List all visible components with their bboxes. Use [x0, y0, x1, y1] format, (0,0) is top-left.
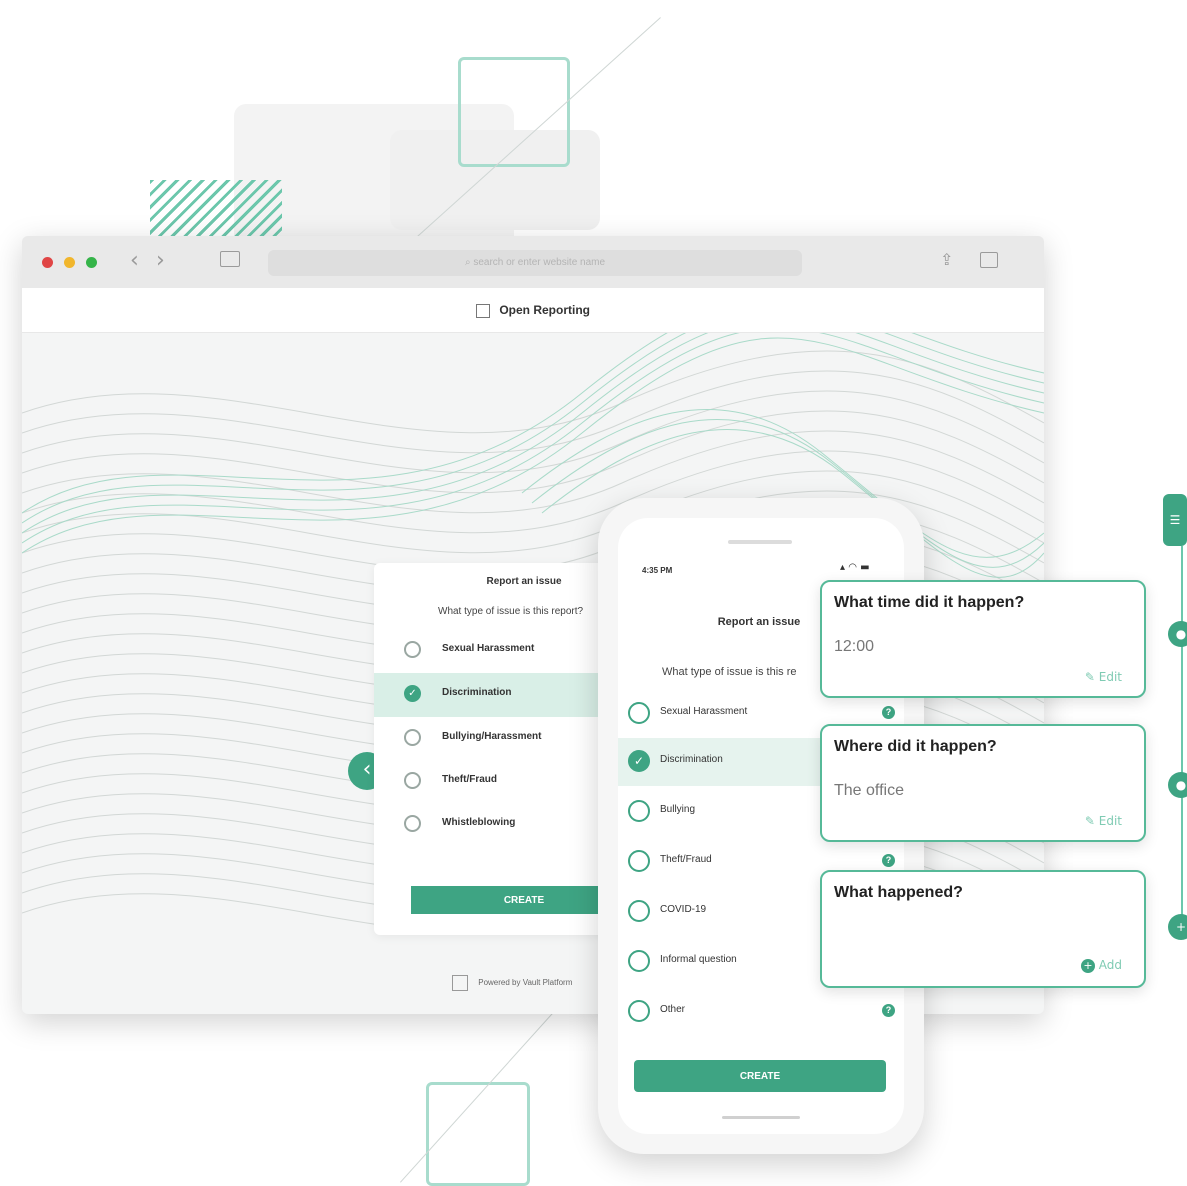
option-label: Discrimination — [442, 687, 512, 698]
sidebar-icon[interactable] — [220, 251, 240, 267]
card-answer: The office — [834, 782, 904, 799]
card-description: What happened? + Add — [820, 870, 1146, 988]
lock-icon: ● — [1168, 772, 1187, 798]
option-label: Bullying/Harassment — [442, 731, 542, 742]
card-question: What happened? — [834, 884, 963, 901]
help-icon[interactable]: ? — [882, 706, 895, 719]
minimize-window-button[interactable] — [64, 257, 75, 268]
vault-logo-icon — [475, 303, 490, 318]
pencil-icon: ✎ — [1084, 670, 1095, 684]
card-question: What time did it happen? — [834, 594, 1025, 611]
edit-label: Edit — [1098, 670, 1122, 684]
option-label: Other — [660, 1004, 686, 1015]
card-answer: 12:00 — [834, 638, 875, 655]
list-icon: ☰ — [1163, 494, 1187, 546]
help-icon[interactable]: ? — [882, 1004, 895, 1017]
option-label: Sexual Harassment — [442, 643, 535, 654]
signal-wifi-battery-icon: ▴ ◠ ▬ — [840, 562, 870, 573]
option-label: Theft/Fraud — [660, 854, 712, 865]
plus-icon: + — [1168, 914, 1187, 940]
decorative-hatch — [150, 180, 282, 238]
pencil-icon: ✎ — [1084, 814, 1095, 828]
address-placeholder: search or enter website name — [473, 257, 606, 268]
radio-button[interactable] — [628, 950, 650, 972]
address-bar[interactable]: ⌕ search or enter website name — [268, 250, 802, 276]
phone-speaker — [728, 540, 792, 544]
page-title-bar: Open Reporting — [22, 288, 1044, 333]
option-label: Informal question — [660, 954, 737, 965]
radio-button[interactable] — [628, 1000, 650, 1022]
radio-button[interactable] — [628, 702, 650, 724]
form-question: What type of issue is this report? — [438, 606, 584, 617]
radio-button[interactable] — [628, 800, 650, 822]
card-time: What time did it happen? 12:00 ✎ Edit — [820, 580, 1146, 698]
edit-button[interactable]: ✎ Edit — [1085, 814, 1122, 828]
add-button[interactable]: + Add — [1080, 958, 1122, 973]
option-label: Bullying — [660, 804, 696, 815]
search-icon: ⌕ — [464, 257, 471, 268]
forward-arrow-icon[interactable]: › — [156, 248, 165, 273]
home-indicator — [722, 1116, 800, 1119]
phone-create-button[interactable]: CREATE — [634, 1060, 886, 1092]
radio-button[interactable] — [404, 729, 421, 746]
page-title: Open Reporting — [499, 303, 590, 317]
radio-button[interactable] — [628, 850, 650, 872]
radio-button[interactable] — [628, 900, 650, 922]
plus-circle-icon: + — [1080, 959, 1095, 973]
back-arrow-icon[interactable]: ‹ — [130, 248, 139, 273]
phone-option-other[interactable]: Other ? — [618, 988, 904, 1036]
lock-icon: ● — [1168, 621, 1187, 647]
close-window-button[interactable] — [42, 257, 53, 268]
edit-button[interactable]: ✎ Edit — [1085, 670, 1122, 684]
edit-label: Edit — [1098, 814, 1122, 828]
timeline-line — [1181, 546, 1183, 926]
card-location: Where did it happen? The office ✎ Edit — [820, 724, 1146, 842]
help-icon[interactable]: ? — [882, 854, 895, 867]
add-label: Add — [1098, 958, 1122, 972]
tabs-icon[interactable] — [980, 252, 998, 268]
option-label: Whistleblowing — [442, 817, 516, 828]
check-icon[interactable]: ✓ — [404, 685, 421, 702]
check-icon[interactable]: ✓ — [628, 750, 650, 772]
radio-button[interactable] — [404, 641, 421, 658]
vault-logo-icon — [452, 975, 468, 991]
radio-button[interactable] — [404, 772, 421, 789]
chevron-left-icon: ‹ — [362, 757, 372, 782]
share-icon[interactable]: ⇪ — [940, 250, 953, 269]
status-time: 4:35 PM — [642, 566, 673, 575]
maximize-window-button[interactable] — [86, 257, 97, 268]
powered-by-text: Powered by Vault Platform — [478, 978, 573, 988]
radio-button[interactable] — [404, 815, 421, 832]
powered-by-footer: Powered by Vault Platform — [452, 975, 572, 991]
phone-form-question: What type of issue is this re — [662, 666, 797, 678]
browser-toolbar: ‹ › ⌕ search or enter website name ⇪ — [22, 236, 1044, 289]
option-label: Discrimination — [660, 754, 723, 765]
card-question: Where did it happen? — [834, 738, 997, 755]
option-label: Theft/Fraud — [442, 774, 497, 785]
option-label: Sexual Harassment — [660, 706, 748, 717]
option-label: COVID-19 — [660, 904, 707, 915]
